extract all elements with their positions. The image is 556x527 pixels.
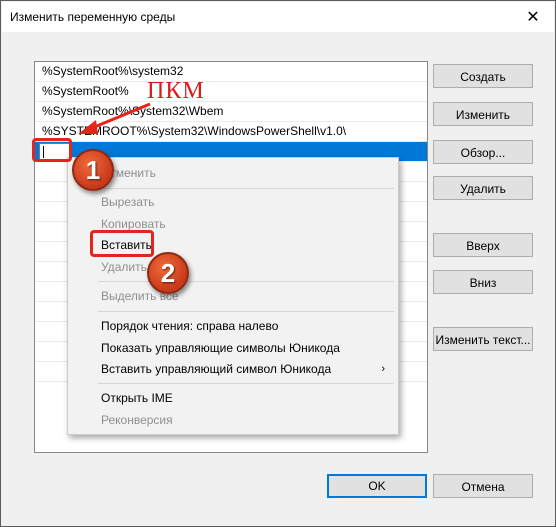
step-2-badge: 2	[147, 252, 189, 294]
paste-highlight	[90, 230, 154, 257]
rmb-annotation-label: ПКМ	[147, 78, 205, 104]
step-1-badge: 1	[72, 149, 114, 191]
annotation-arrow	[78, 102, 151, 134]
edit-field-highlight	[32, 138, 72, 162]
